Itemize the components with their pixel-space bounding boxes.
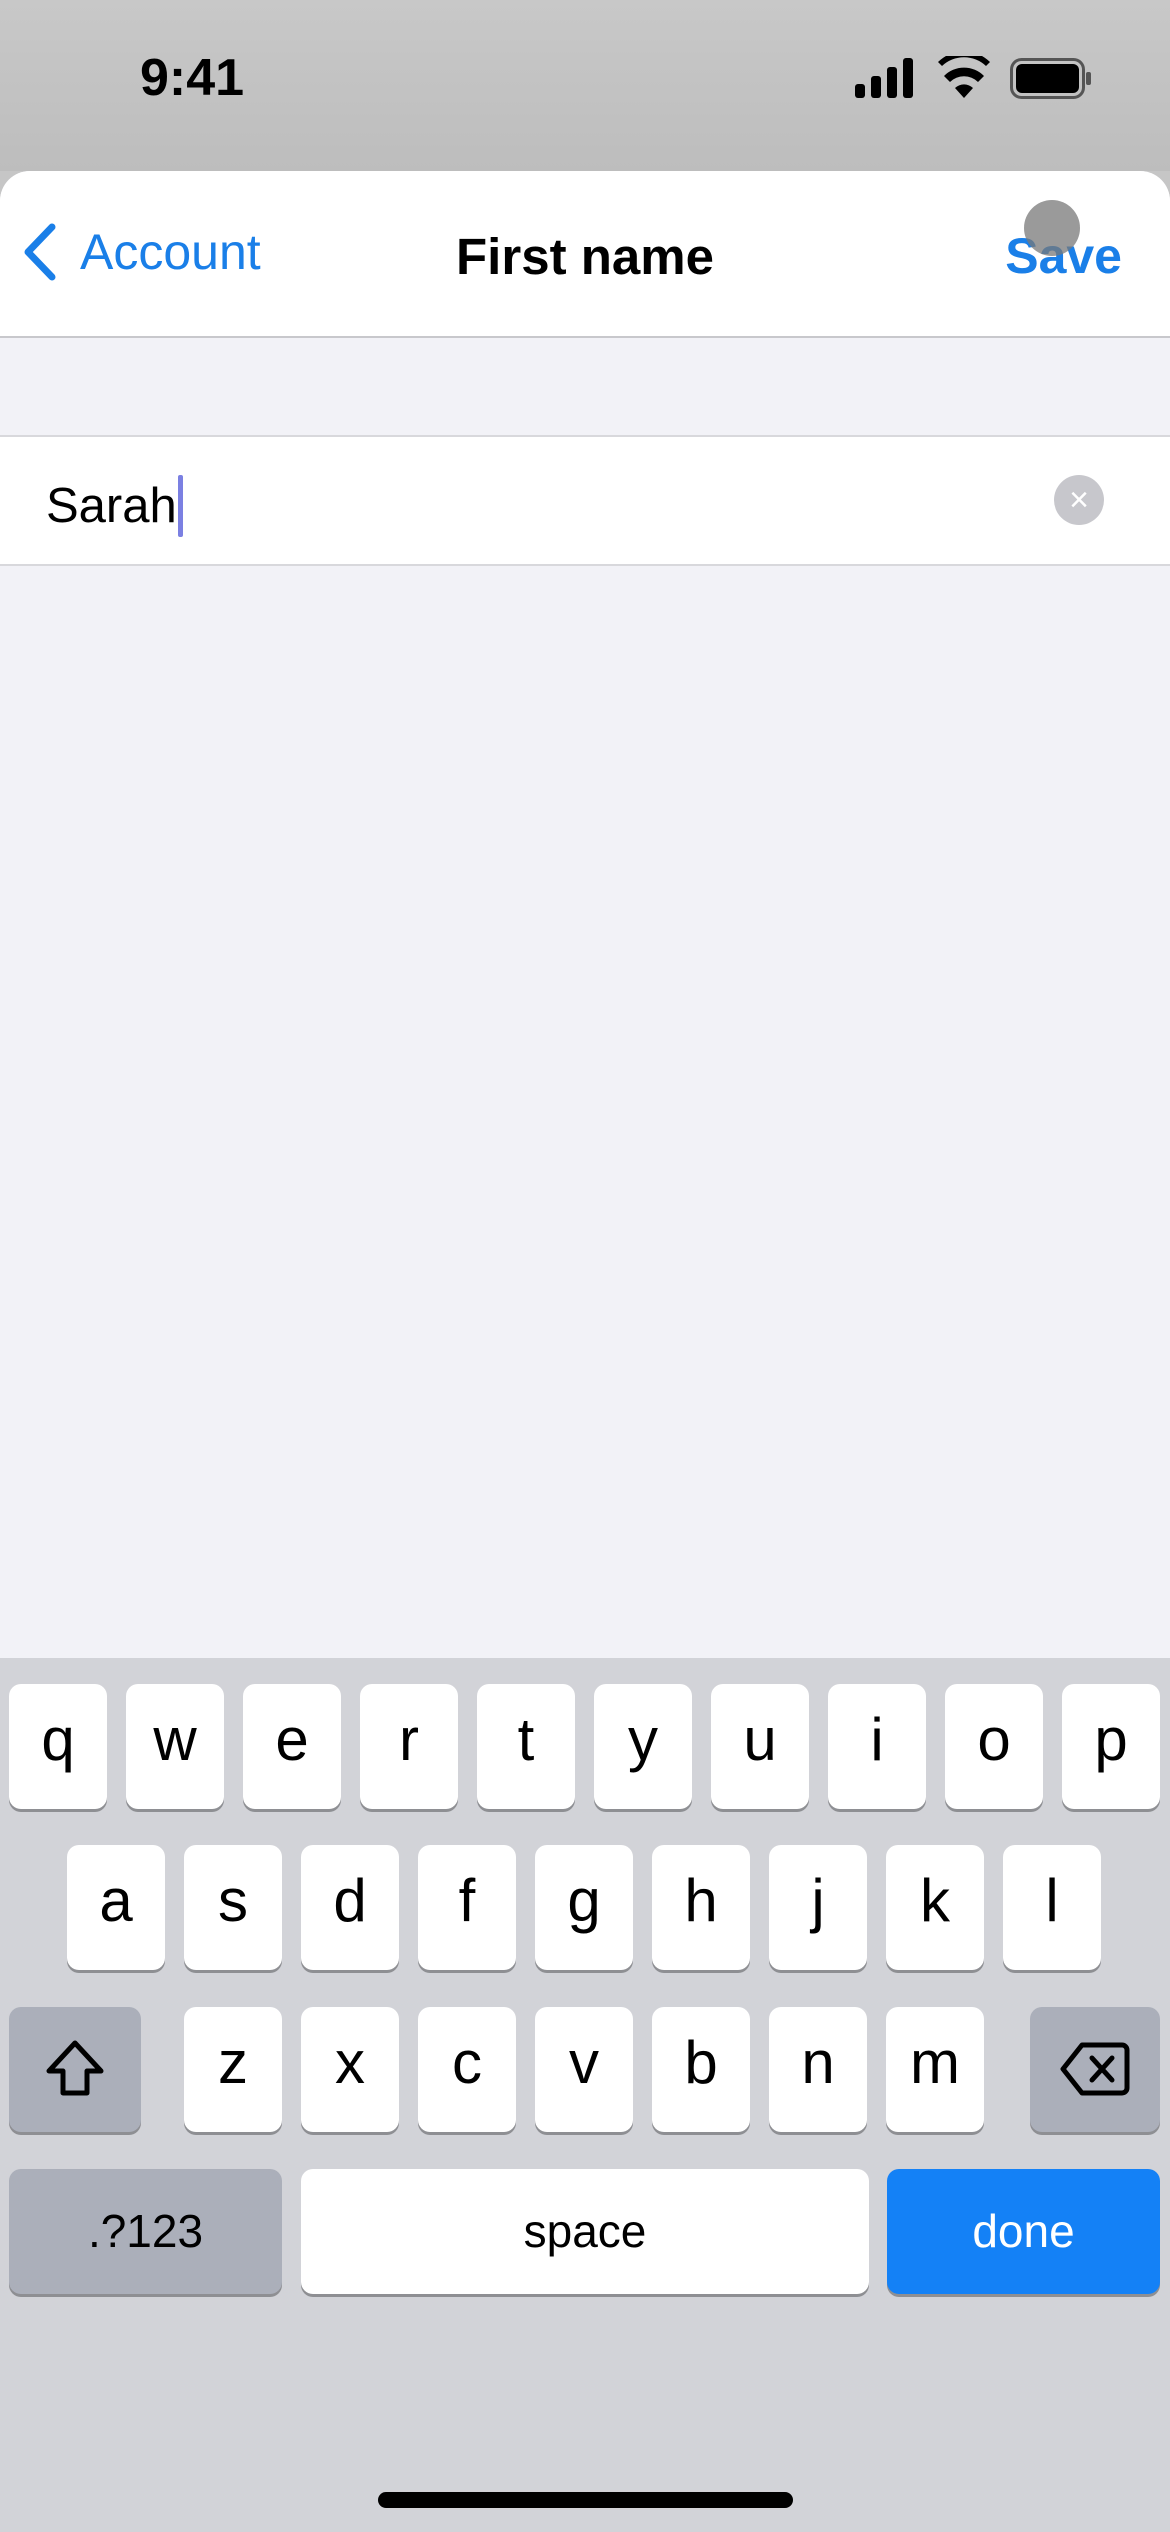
wifi-icon — [938, 56, 990, 98]
key-c[interactable]: c — [418, 2007, 516, 2132]
chevron-left-icon — [24, 223, 56, 281]
key-o[interactable]: o — [945, 1684, 1043, 1809]
key-e[interactable]: e — [243, 1684, 341, 1809]
key-l[interactable]: l — [1003, 1845, 1101, 1970]
first-name-input[interactable]: Sarah × — [0, 435, 1170, 566]
key-k[interactable]: k — [886, 1845, 984, 1970]
clear-text-button[interactable]: × — [1054, 475, 1104, 525]
key-b[interactable]: b — [652, 2007, 750, 2132]
keyboard: .?123 space done qwertyuiop asdfghjkl zxcv… — [0, 1658, 1170, 2532]
key-z[interactable]: z — [184, 2007, 282, 2132]
key-m[interactable]: m — [886, 2007, 984, 2132]
key-q[interactable]: q — [9, 1684, 107, 1809]
key-g[interactable]: g — [535, 1845, 633, 1970]
key-d[interactable]: d — [301, 1845, 399, 1970]
key-y[interactable]: y — [594, 1684, 692, 1809]
status-bar: 9:41 — [0, 0, 1170, 171]
done-key[interactable]: done — [887, 2169, 1160, 2294]
touch-indicator — [1024, 200, 1080, 256]
first-name-value: Sarah — [46, 479, 177, 533]
key-w[interactable]: w — [126, 1684, 224, 1809]
home-indicator — [378, 2492, 793, 2508]
back-button[interactable]: Account — [22, 223, 261, 281]
status-time: 9:41 — [140, 49, 245, 107]
navigation-bar: Account First name Save — [0, 171, 1170, 338]
key-j[interactable]: j — [769, 1845, 867, 1970]
back-label: Account — [80, 224, 261, 280]
key-s[interactable]: s — [184, 1845, 282, 1970]
key-n[interactable]: n — [769, 2007, 867, 2132]
key-v[interactable]: v — [535, 2007, 633, 2132]
text-cursor — [177, 475, 183, 537]
space-key[interactable]: space — [301, 2169, 869, 2294]
numbers-key[interactable]: .?123 — [9, 2169, 282, 2294]
cellular-signal-icon — [855, 58, 913, 98]
key-a[interactable]: a — [67, 1845, 165, 1970]
shift-icon — [46, 2040, 104, 2096]
key-f[interactable]: f — [418, 1845, 516, 1970]
key-r[interactable]: r — [360, 1684, 458, 1809]
key-h[interactable]: h — [652, 1845, 750, 1970]
delete-backspace-icon — [1060, 2042, 1130, 2096]
clear-circle-icon: × — [1069, 481, 1089, 519]
key-u[interactable]: u — [711, 1684, 809, 1809]
key-p[interactable]: p — [1062, 1684, 1160, 1809]
delete-key[interactable] — [1030, 2007, 1160, 2132]
battery-icon — [1010, 58, 1091, 99]
key-i[interactable]: i — [828, 1684, 926, 1809]
key-x[interactable]: x — [301, 2007, 399, 2132]
shift-key[interactable] — [9, 2007, 141, 2132]
key-t[interactable]: t — [477, 1684, 575, 1809]
